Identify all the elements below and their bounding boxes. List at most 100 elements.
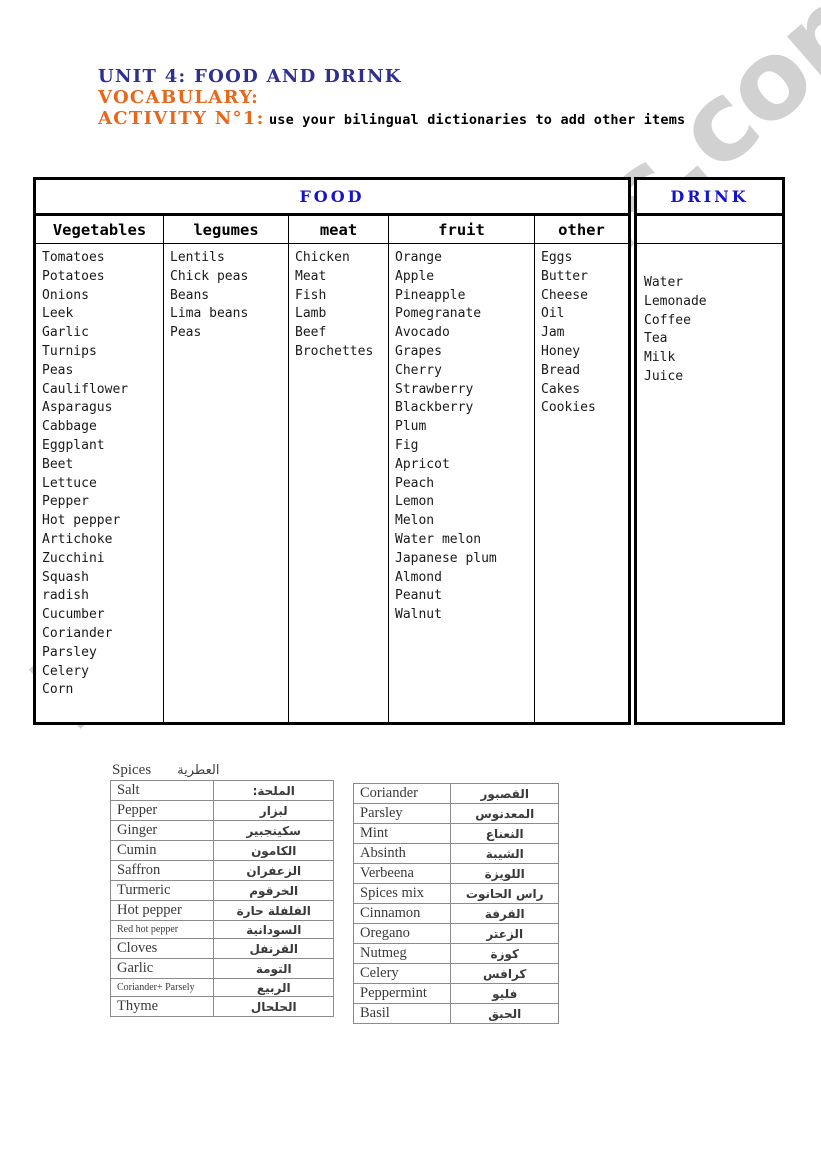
spice-name-en: Coriander <box>352 783 452 804</box>
list-item: Water melon <box>395 531 482 547</box>
spice-name-ar: الكامون <box>213 840 334 861</box>
spice-name-en: Red hot pepper <box>109 920 215 939</box>
spice-name-en: Cumin <box>109 840 215 861</box>
unit-title: UNIT 4: FOOD AND DRINK <box>98 66 402 87</box>
list-item: Peanut <box>395 588 442 604</box>
spice-name-ar: الخرقوم <box>213 880 334 901</box>
column-header-fruit: fruit <box>389 216 535 243</box>
list-item: Cherry <box>395 362 442 378</box>
list-item: Japanese plum <box>395 550 497 566</box>
table-row: Nutmeg كوزة <box>352 943 559 964</box>
list-item: Meat <box>295 268 327 284</box>
spice-name-en: Turmeric <box>109 880 215 901</box>
table-row: Mint النعناع <box>352 823 559 844</box>
table-row: Cinnamon القرفة <box>352 903 559 924</box>
table-row: Ginger سكينجبير <box>109 820 334 841</box>
spice-name-en: Oregano <box>352 923 452 944</box>
list-item: Lamb <box>295 306 327 322</box>
list-item: Almond <box>395 569 442 585</box>
spice-name-ar: النعناع <box>450 823 559 844</box>
list-item: Cabbage <box>42 419 97 435</box>
food-subheader-row: Vegetables legumes meat fruit other <box>36 216 628 244</box>
spice-name-en: Garlic <box>109 958 215 979</box>
table-row: Red hot pepper السودانية <box>109 920 334 939</box>
spice-name-en: Parsley <box>352 803 452 824</box>
list-item: Lentils <box>170 250 225 265</box>
spice-name-ar: الربيع <box>213 978 334 997</box>
list-item: Pineapple <box>395 287 466 303</box>
list-item: Avocado <box>395 325 450 341</box>
table-row: Spices mix راس الحانوت <box>352 883 559 904</box>
spice-name-ar: القرنفل <box>213 938 334 959</box>
table-row: Absinth الشيبة <box>352 843 559 864</box>
spice-name-en: Salt <box>109 780 215 801</box>
list-item: Bread <box>541 362 581 378</box>
list-item: Apricot <box>395 456 450 472</box>
list-item: Cheese <box>541 287 588 303</box>
list-item: Melon <box>395 513 435 529</box>
table-row: Basil الحبق <box>352 1003 559 1024</box>
list-item: Beef <box>295 325 327 341</box>
list-item: Beans <box>170 287 210 303</box>
column-body-legumes: Lentils Chick peas Beans Lima beans Peas <box>164 244 289 722</box>
table-row: Coriander القصبور <box>352 783 559 804</box>
fruit-list: Orange Apple Pineapple Pomegranate Avocado Gr… <box>395 249 534 625</box>
list-item: Cucumber <box>42 607 105 623</box>
list-item: Jam <box>541 325 565 341</box>
list-item: Blackberry <box>395 400 474 416</box>
spice-name-en: Coriander+ Parsely <box>109 978 215 997</box>
spice-name-ar: فليو <box>450 983 559 1004</box>
list-item: Corn <box>42 682 74 698</box>
list-item: Tea <box>644 331 668 347</box>
list-item: Walnut <box>395 607 442 623</box>
list-item: Cauliflower <box>42 381 129 397</box>
table-row: Hot pepper الفلفلة حارة <box>109 900 334 921</box>
food-band-header: FOOD <box>36 180 628 216</box>
spice-name-ar: كوزة <box>450 943 559 964</box>
list-item: Water <box>644 275 684 290</box>
food-band-title: FOOD <box>299 187 365 206</box>
table-row: Pepper لبزار <box>109 800 334 821</box>
spice-name-ar: المعدنوس <box>450 803 559 824</box>
list-item: Fish <box>295 287 327 303</box>
spice-name-ar: السودانية <box>213 920 334 939</box>
list-item: Butter <box>541 268 588 284</box>
list-item: Celery <box>42 663 89 679</box>
list-item: Oil <box>541 306 565 322</box>
drink-subheader-blank <box>637 216 782 244</box>
column-body-drink: Water Lemonade Coffee Tea Milk Juice <box>637 244 782 722</box>
list-item: Asparagus <box>42 400 113 416</box>
column-body-meat: Chicken Meat Fish Lamb Beef Brochettes <box>289 244 389 722</box>
table-row: Saffron الزعفران <box>109 860 334 881</box>
table-row: Celery كرافس <box>352 963 559 984</box>
column-header-other: other <box>558 220 605 239</box>
list-item: Pepper <box>42 494 89 510</box>
list-item: Tomatoes <box>42 250 105 265</box>
list-item: Lima beans <box>170 306 249 322</box>
list-item: Beet <box>42 456 74 472</box>
food-body-row: Tomatoes Potatoes Onions Leek Garlic Turnips P… <box>36 244 628 722</box>
drink-block: DRINK Water Lemonade Coffee Tea Milk Juice <box>634 177 785 725</box>
spice-name-en: Nutmeg <box>352 943 452 964</box>
list-item: Onions <box>42 287 89 303</box>
list-item: Hot pepper <box>42 513 121 529</box>
list-item: Cookies <box>541 400 596 416</box>
list-item: Parsley <box>42 644 97 660</box>
other-list: Eggs Butter Cheese Oil Jam Honey Bread Cakes Coo… <box>541 249 628 418</box>
spice-name-ar: الفلفلة حارة <box>213 900 334 921</box>
spice-name-ar: راس الحانوت <box>450 883 559 904</box>
activity-instruction: use your bilingual dictionaries to add o… <box>268 112 686 128</box>
list-item: Honey <box>541 343 581 359</box>
list-item: Peach <box>395 475 435 491</box>
spice-name-en: Pepper <box>109 800 215 821</box>
list-item: Zucchini <box>42 550 105 566</box>
spice-name-ar: الزعفران <box>213 860 334 881</box>
table-row: Salt الملحة: <box>109 780 334 801</box>
table-row: Thyme الحلحال <box>109 996 334 1017</box>
table-row: Verbeena اللويزة <box>352 863 559 884</box>
table-row: Cumin الكامون <box>109 840 334 861</box>
worksheet-heading: UNIT 4: FOOD AND DRINK VOCABULARY: ACTIV… <box>98 68 788 131</box>
spice-name-ar: الملحة: <box>213 780 334 801</box>
vocabulary-label: VOCABULARY: <box>98 87 260 108</box>
spice-name-ar: الزعتر <box>450 923 559 944</box>
